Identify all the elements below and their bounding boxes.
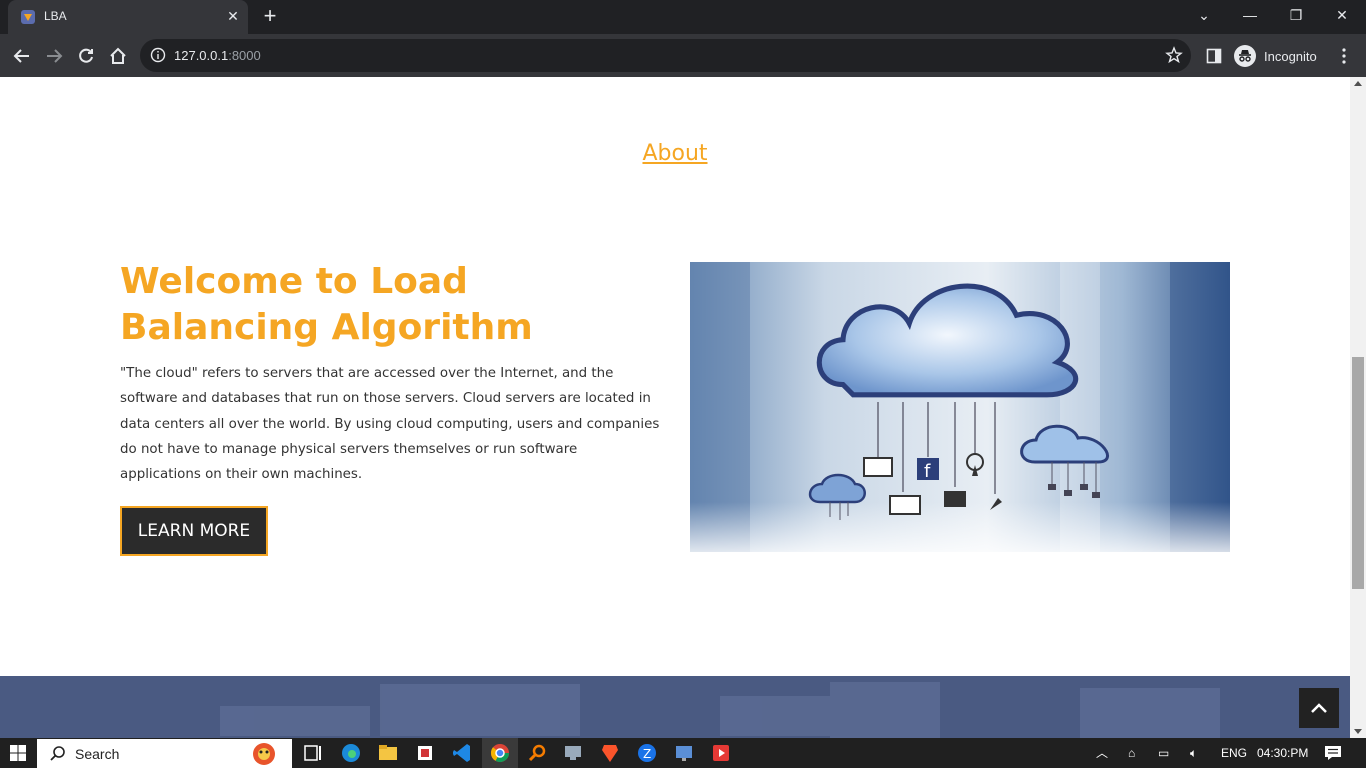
browser-tab[interactable]: LBA ✕ — [8, 0, 248, 34]
office-app-icon[interactable] — [414, 742, 436, 764]
remote-desktop-icon[interactable] — [562, 742, 584, 764]
notifications-icon[interactable] — [1324, 738, 1342, 768]
tab-search-icon[interactable]: ⌄ — [1181, 0, 1227, 30]
url-text: 127.0.0.1:8000 — [174, 48, 261, 63]
browser-menu-icon[interactable] — [1330, 42, 1358, 70]
about-link[interactable]: About — [0, 141, 1350, 166]
search-highlight-icon — [253, 743, 275, 765]
windows-logo-icon — [10, 745, 26, 761]
incognito-label: Incognito — [1264, 48, 1317, 64]
search-app-icon[interactable] — [526, 742, 548, 764]
footer-band — [0, 676, 1350, 738]
volume-icon[interactable]: 🔈︎ — [1190, 738, 1197, 768]
language-indicator[interactable]: ENG — [1221, 738, 1247, 768]
url-port: :8000 — [228, 48, 261, 63]
address-bar[interactable]: 127.0.0.1:8000 — [140, 39, 1191, 72]
tab-title: LBA — [44, 9, 67, 23]
start-button[interactable] — [0, 738, 36, 768]
chevron-up-icon — [1311, 703, 1327, 713]
svg-text:Z: Z — [643, 747, 651, 761]
scroll-to-top-button[interactable] — [1299, 688, 1339, 728]
incognito-icon — [1234, 45, 1256, 67]
search-icon — [50, 746, 65, 761]
site-favicon-icon — [21, 10, 35, 24]
browser-toolbar: 127.0.0.1:8000 Incognito — [0, 34, 1366, 77]
vscode-icon[interactable] — [451, 742, 473, 764]
url-host: 127.0.0.1 — [174, 48, 229, 63]
tab-close-icon[interactable]: ✕ — [224, 7, 242, 25]
brave-icon[interactable] — [599, 742, 621, 764]
recorder-icon[interactable] — [710, 742, 732, 764]
scroll-thumb[interactable] — [1352, 357, 1364, 589]
incognito-profile[interactable]: Incognito — [1234, 42, 1317, 70]
clock[interactable]: 04:30:PM — [1257, 738, 1308, 768]
new-tab-icon[interactable]: + — [258, 5, 282, 29]
home-icon[interactable] — [104, 42, 132, 70]
reload-icon[interactable] — [72, 42, 100, 70]
file-explorer-icon[interactable] — [377, 742, 399, 764]
learn-more-button[interactable]: LEARN MORE — [120, 506, 268, 556]
zalo-icon[interactable]: Z — [636, 742, 658, 764]
page-scrollbar[interactable] — [1350, 77, 1366, 738]
chrome-icon[interactable] — [489, 742, 511, 764]
back-icon[interactable] — [8, 42, 36, 70]
side-panel-icon[interactable] — [1200, 42, 1228, 70]
battery-icon[interactable]: ▭ — [1158, 738, 1169, 768]
task-view-icon[interactable] — [302, 742, 324, 764]
site-info-icon[interactable] — [150, 47, 166, 63]
hero-description: "The cloud" refers to servers that are a… — [120, 366, 660, 483]
minimize-icon[interactable]: — — [1227, 0, 1273, 30]
show-hidden-icons-icon[interactable]: ︿ — [1096, 738, 1108, 768]
cloud-computing-illustration: f — [690, 262, 1230, 552]
scroll-up-arrow-icon[interactable] — [1354, 81, 1362, 86]
windows-taskbar: Search Z ︿ ⌂ ▭ 🔈︎ ENG 04:30:PM — [0, 738, 1366, 768]
monitor-app-icon[interactable] — [673, 742, 695, 764]
restore-icon[interactable]: ❐ — [1273, 0, 1319, 30]
close-window-icon[interactable]: ✕ — [1319, 0, 1365, 30]
page-viewport: About Welcome to Load Balancing Algorith… — [0, 77, 1350, 738]
hero-heading: Welcome to Load Balancing Algorithm — [120, 261, 533, 348]
bookmark-star-icon[interactable] — [1165, 46, 1183, 64]
search-label: Search — [75, 745, 120, 762]
browser-tab-strip: LBA ✕ + ⌄ — ❐ ✕ — [0, 0, 1366, 34]
edge-icon[interactable] — [340, 742, 362, 764]
meet-now-icon[interactable]: ⌂ — [1128, 738, 1135, 768]
svg-text:f: f — [924, 461, 931, 482]
scroll-down-arrow-icon[interactable] — [1354, 729, 1362, 734]
forward-icon[interactable] — [40, 42, 68, 70]
taskbar-search-box[interactable]: Search — [37, 739, 292, 768]
